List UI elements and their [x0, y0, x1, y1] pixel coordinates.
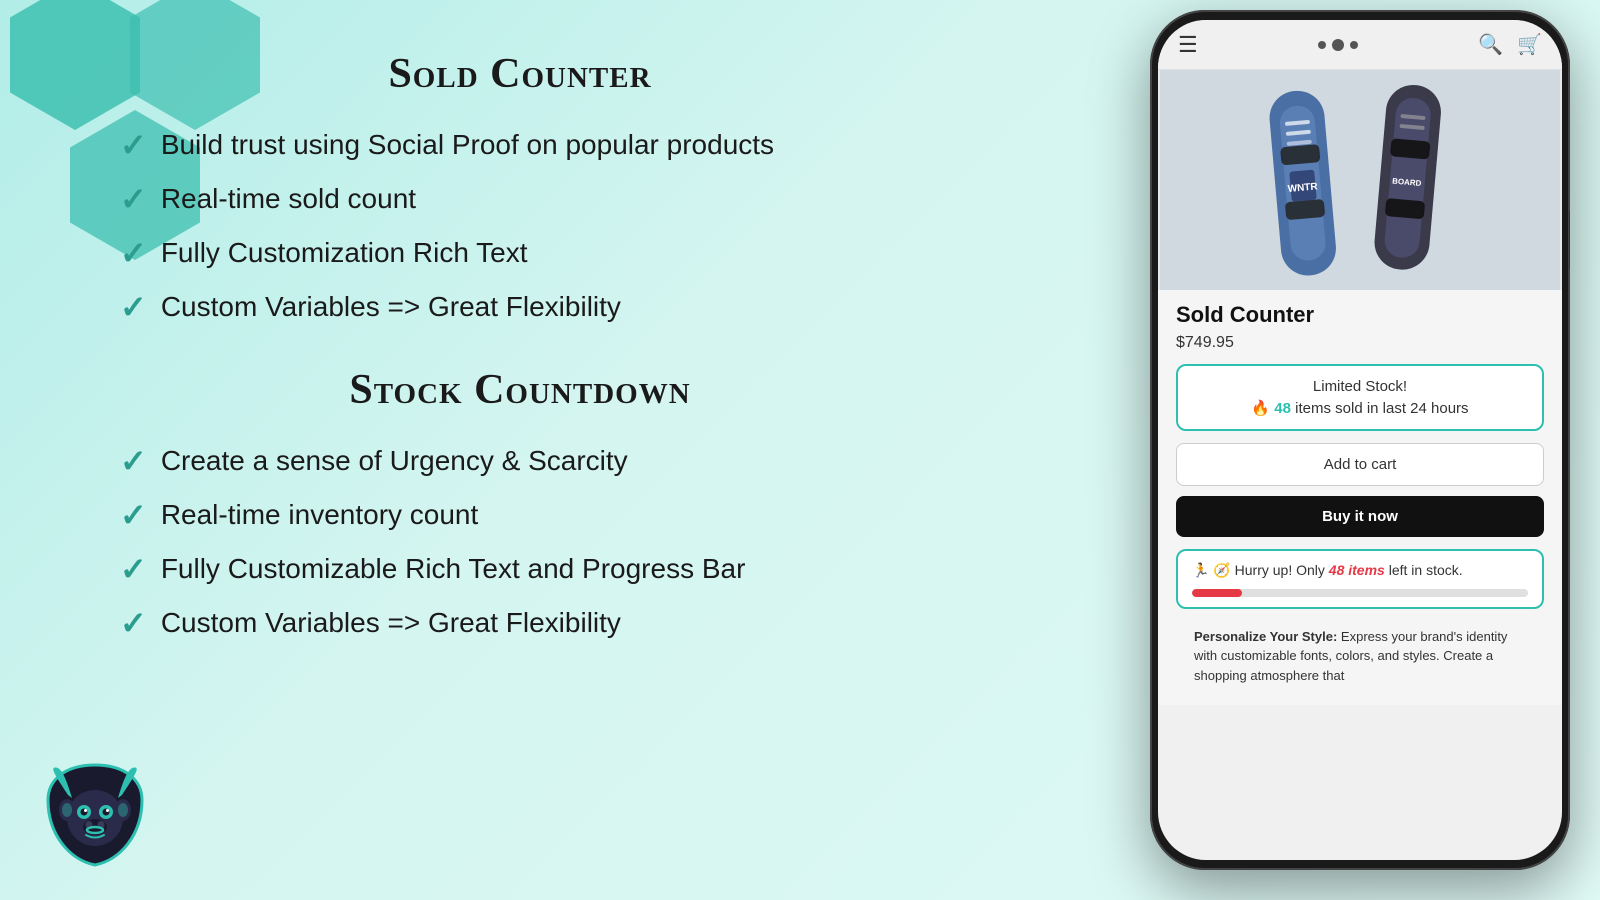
camera-area: [1198, 39, 1478, 51]
bull-logo: [40, 760, 150, 870]
progress-bar-fill: [1192, 589, 1242, 597]
list-item: ✓ Custom Variables => Great Flexibility: [120, 288, 920, 326]
product-price: $749.95: [1176, 334, 1544, 352]
topbar-right-icons: 🔍 🛒: [1478, 32, 1542, 57]
check-icon: ✓: [120, 180, 147, 218]
feature-text: Create a sense of Urgency & Scarcity: [161, 445, 628, 477]
list-item: ✓ Fully Customizable Rich Text and Progr…: [120, 550, 920, 588]
stock-text-line: 🏃 🧭 Hurry up! Only 48 items left in stoc…: [1192, 561, 1528, 581]
cam-dot-1: [1318, 41, 1326, 49]
sold-count-line: 🔥 48 items sold in last 24 hours: [1194, 399, 1526, 417]
feature-text: Fully Customizable Rich Text and Progres…: [161, 553, 746, 585]
feature-text: Custom Variables => Great Flexibility: [161, 607, 621, 639]
buy-now-button[interactable]: Buy it now: [1176, 496, 1544, 537]
cam-dot-2: [1332, 39, 1344, 51]
check-icon: ✓: [120, 604, 147, 642]
feature-text: Fully Customization Rich Text: [161, 237, 528, 269]
phone-outer: ☰ 🔍 🛒: [1150, 10, 1570, 870]
menu-icon[interactable]: ☰: [1178, 32, 1198, 58]
sold-counter-box: Limited Stock! 🔥 48 items sold in last 2…: [1176, 364, 1544, 431]
product-title: Sold Counter: [1176, 302, 1544, 328]
left-content: Sold Counter ✓ Build trust using Social …: [120, 50, 920, 658]
check-icon: ✓: [120, 550, 147, 588]
phone-side-button: [1569, 210, 1570, 270]
stock-countdown-title: Stock Countdown: [120, 366, 920, 414]
feature-text: Build trust using Social Proof on popula…: [161, 129, 774, 161]
list-item: ✓ Create a sense of Urgency & Scarcity: [120, 442, 920, 480]
phone-mockup: ☰ 🔍 🛒: [1150, 10, 1580, 885]
search-icon[interactable]: 🔍: [1478, 32, 1503, 57]
check-icon: ✓: [120, 288, 147, 326]
feature-text: Real-time inventory count: [161, 499, 478, 531]
sold-counter-title: Sold Counter: [120, 50, 920, 98]
phone-screen: ☰ 🔍 🛒: [1158, 20, 1562, 860]
stock-countdown-box: 🏃 🧭 Hurry up! Only 48 items left in stoc…: [1176, 549, 1544, 609]
sold-counter-features: ✓ Build trust using Social Proof on popu…: [120, 126, 920, 326]
stock-countdown-section: Stock Countdown ✓ Create a sense of Urge…: [120, 366, 920, 642]
sold-limited-label: Limited Stock!: [1194, 378, 1526, 395]
check-icon: ✓: [120, 234, 147, 272]
list-item: ✓ Real-time sold count: [120, 180, 920, 218]
list-item: ✓ Fully Customization Rich Text: [120, 234, 920, 272]
feature-text: Custom Variables => Great Flexibility: [161, 291, 621, 323]
bottom-text-bold: Personalize Your Style:: [1194, 629, 1337, 644]
list-item: ✓ Real-time inventory count: [120, 496, 920, 534]
sold-number: 48: [1274, 400, 1291, 417]
sold-text-suffix: items sold in last 24 hours: [1291, 400, 1469, 417]
product-image-area: WNTR BOARD: [1158, 70, 1562, 290]
feature-text: Real-time sold count: [161, 183, 416, 215]
list-item: ✓ Custom Variables => Great Flexibility: [120, 604, 920, 642]
product-info: Sold Counter $749.95 Limited Stock! 🔥 48…: [1158, 290, 1562, 705]
cam-dot-3: [1350, 41, 1358, 49]
check-icon: ✓: [120, 126, 147, 164]
bottom-text: Personalize Your Style: Express your bra…: [1176, 619, 1544, 694]
check-icon: ✓: [120, 442, 147, 480]
stock-countdown-features: ✓ Create a sense of Urgency & Scarcity ✓…: [120, 442, 920, 642]
check-icon: ✓: [120, 496, 147, 534]
list-item: ✓ Build trust using Social Proof on popu…: [120, 126, 920, 164]
stock-items-count: 48 items: [1329, 562, 1385, 578]
add-to-cart-button[interactable]: Add to cart: [1176, 443, 1544, 486]
phone-topbar: ☰ 🔍 🛒: [1158, 20, 1562, 70]
progress-bar-bg: [1192, 589, 1528, 597]
cart-icon[interactable]: 🛒: [1517, 32, 1542, 57]
